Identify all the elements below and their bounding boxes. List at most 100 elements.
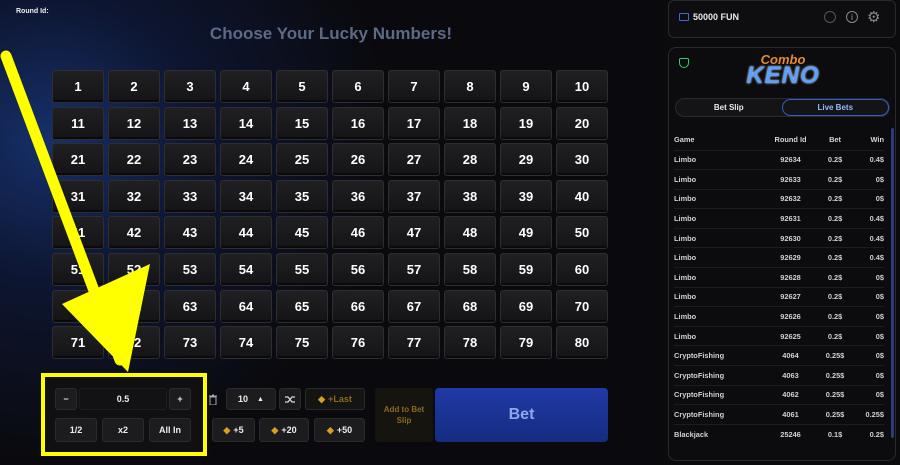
- number-cell[interactable]: 56: [332, 252, 384, 286]
- number-cell[interactable]: 11: [52, 106, 104, 140]
- number-cell[interactable]: 42: [108, 216, 160, 250]
- number-cell[interactable]: 65: [276, 289, 328, 323]
- number-cell[interactable]: 40: [556, 179, 608, 213]
- number-cell[interactable]: 4: [220, 70, 272, 103]
- number-cell[interactable]: 44: [220, 216, 272, 250]
- number-cell[interactable]: 3: [164, 70, 216, 103]
- number-cell[interactable]: 74: [220, 326, 272, 360]
- number-cell[interactable]: 13: [164, 106, 216, 140]
- number-cell[interactable]: 33: [164, 179, 216, 213]
- number-cell[interactable]: 16: [332, 106, 384, 140]
- stake-increase-button[interactable]: +: [169, 388, 191, 410]
- number-cell[interactable]: 54: [220, 252, 272, 286]
- stake-all-in-button[interactable]: All In: [149, 418, 191, 442]
- number-cell[interactable]: 70: [556, 289, 608, 323]
- number-cell[interactable]: 27: [388, 143, 440, 177]
- pick-count-select[interactable]: 10 ▲: [226, 388, 276, 410]
- number-cell[interactable]: 31: [52, 179, 104, 213]
- stake-double-button[interactable]: x2: [102, 418, 144, 442]
- number-cell[interactable]: 58: [444, 252, 496, 286]
- number-cell[interactable]: 15: [276, 106, 328, 140]
- number-cell[interactable]: 41: [52, 216, 104, 250]
- number-cell[interactable]: 18: [444, 106, 496, 140]
- number-cell[interactable]: 62: [108, 289, 160, 323]
- number-cell[interactable]: 50: [556, 216, 608, 250]
- number-cell[interactable]: 26: [332, 143, 384, 177]
- number-cell[interactable]: 20: [556, 106, 608, 140]
- number-cell[interactable]: 43: [164, 216, 216, 250]
- tab-live-bets[interactable]: Live Bets: [781, 99, 889, 116]
- number-cell[interactable]: 60: [556, 252, 608, 286]
- number-cell[interactable]: 1: [52, 70, 104, 103]
- number-cell[interactable]: 5: [276, 70, 328, 103]
- number-cell[interactable]: 8: [444, 70, 496, 103]
- number-cell[interactable]: 71: [52, 326, 104, 360]
- number-cell[interactable]: 9: [500, 70, 552, 103]
- number-cell[interactable]: 64: [220, 289, 272, 323]
- bet-button[interactable]: Bet: [435, 388, 608, 442]
- number-cell[interactable]: 57: [388, 252, 440, 286]
- number-cell[interactable]: 46: [332, 216, 384, 250]
- scrollbar[interactable]: [891, 128, 894, 438]
- number-cell[interactable]: 55: [276, 252, 328, 286]
- number-cell[interactable]: 45: [276, 216, 328, 250]
- number-cell[interactable]: 2: [108, 70, 160, 103]
- number-cell[interactable]: 61: [52, 289, 104, 323]
- number-cell[interactable]: 30: [556, 143, 608, 177]
- number-cell[interactable]: 67: [388, 289, 440, 323]
- gear-icon[interactable]: ⚙: [867, 8, 880, 26]
- number-cell[interactable]: 7: [388, 70, 440, 103]
- number-cell[interactable]: 78: [444, 326, 496, 360]
- number-cell[interactable]: 80: [556, 326, 608, 360]
- stake-half-button[interactable]: 1/2: [55, 418, 97, 442]
- number-cell[interactable]: 72: [108, 326, 160, 360]
- number-cell[interactable]: 39: [500, 179, 552, 213]
- add-50-button[interactable]: ◆ +50: [314, 418, 365, 442]
- add-20-button[interactable]: ◆ +20: [259, 418, 309, 442]
- number-cell[interactable]: 14: [220, 106, 272, 140]
- number-cell[interactable]: 79: [500, 326, 552, 360]
- number-cell[interactable]: 28: [444, 143, 496, 177]
- number-cell[interactable]: 53: [164, 252, 216, 286]
- number-cell[interactable]: 21: [52, 143, 104, 177]
- number-cell[interactable]: 69: [500, 289, 552, 323]
- number-cell[interactable]: 22: [108, 143, 160, 177]
- number-cell[interactable]: 25: [276, 143, 328, 177]
- number-cell[interactable]: 29: [500, 143, 552, 177]
- number-cell[interactable]: 34: [220, 179, 272, 213]
- stake-decrease-button[interactable]: −: [55, 388, 77, 410]
- shuffle-icon[interactable]: [279, 388, 301, 410]
- number-cell[interactable]: 23: [164, 143, 216, 177]
- number-cell[interactable]: 75: [276, 326, 328, 360]
- number-cell[interactable]: 52: [108, 252, 160, 286]
- add-5-button[interactable]: ◆ +5: [212, 418, 255, 442]
- number-cell[interactable]: 49: [500, 216, 552, 250]
- number-cell[interactable]: 77: [388, 326, 440, 360]
- number-cell[interactable]: 48: [444, 216, 496, 250]
- number-cell[interactable]: 19: [500, 106, 552, 140]
- trash-icon[interactable]: [205, 390, 221, 408]
- number-cell[interactable]: 76: [332, 326, 384, 360]
- info-icon[interactable]: i: [846, 11, 858, 23]
- number-cell[interactable]: 63: [164, 289, 216, 323]
- number-cell[interactable]: 17: [388, 106, 440, 140]
- add-to-bet-slip-button[interactable]: Add to Bet Slip: [375, 388, 433, 442]
- number-cell[interactable]: 35: [276, 179, 328, 213]
- number-cell[interactable]: 59: [500, 252, 552, 286]
- history-icon[interactable]: [824, 11, 836, 23]
- number-cell[interactable]: 12: [108, 106, 160, 140]
- number-cell[interactable]: 6: [332, 70, 384, 103]
- stake-amount-input[interactable]: 0.5: [79, 388, 167, 410]
- number-cell[interactable]: 47: [388, 216, 440, 250]
- number-cell[interactable]: 66: [332, 289, 384, 323]
- tab-bet-slip[interactable]: Bet Slip: [676, 99, 782, 116]
- number-cell[interactable]: 38: [444, 179, 496, 213]
- number-cell[interactable]: 51: [52, 252, 104, 286]
- number-cell[interactable]: 24: [220, 143, 272, 177]
- number-cell[interactable]: 68: [444, 289, 496, 323]
- add-last-button[interactable]: ◆ +Last: [305, 388, 365, 410]
- number-cell[interactable]: 37: [388, 179, 440, 213]
- number-cell[interactable]: 36: [332, 179, 384, 213]
- number-cell[interactable]: 32: [108, 179, 160, 213]
- number-cell[interactable]: 73: [164, 326, 216, 360]
